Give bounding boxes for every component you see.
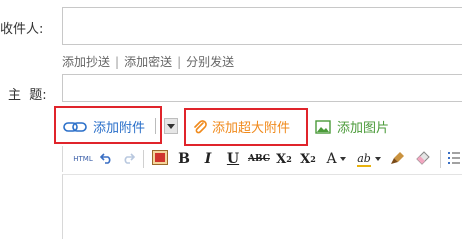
subscript-button[interactable]: X2 — [299, 150, 317, 168]
separator: | — [177, 54, 182, 69]
add-attachment-label: 添加附件 — [93, 121, 146, 136]
undo-icon — [99, 152, 113, 167]
superscript-base: X — [276, 151, 287, 167]
caret-down-icon — [374, 157, 381, 161]
subject-input[interactable] — [62, 74, 462, 102]
list-icon — [448, 151, 460, 168]
to-label: 收件人: — [0, 22, 44, 37]
background-color-label: ab — [357, 151, 371, 167]
ordered-list-button[interactable] — [447, 150, 461, 168]
background-color-button[interactable]: ab — [355, 150, 383, 168]
eraser-icon — [415, 150, 431, 169]
editor-body[interactable] — [62, 174, 462, 239]
paperclip-icon — [192, 119, 208, 135]
italic-button[interactable]: I — [200, 150, 216, 168]
brush-icon — [390, 150, 406, 169]
add-image-label: 添加图片 — [337, 121, 390, 136]
attachment-dropdown-button[interactable] — [164, 118, 178, 134]
font-color-label: A — [326, 151, 337, 167]
bold-label: B — [178, 151, 190, 167]
insert-image-button[interactable] — [150, 150, 170, 168]
redo-icon — [122, 152, 135, 167]
to-input[interactable] — [62, 7, 462, 45]
strikethrough-label: ABC — [248, 154, 270, 164]
undo-button[interactable] — [98, 150, 114, 168]
add-cc-link[interactable]: 添加抄送 — [62, 53, 110, 70]
subscript-mark: 2 — [310, 154, 316, 164]
bold-button[interactable]: B — [176, 150, 192, 168]
divider — [155, 118, 156, 134]
link-icon — [63, 120, 89, 134]
recipient-options: 添加抄送 | 添加密送 | 分别发送 — [62, 53, 234, 70]
format-painter-button[interactable] — [389, 150, 407, 168]
font-color-button[interactable]: A — [324, 150, 348, 168]
html-mode-button[interactable]: HTML — [72, 150, 94, 168]
add-large-attachment-button[interactable]: 添加超大附件 — [192, 117, 290, 136]
image-icon — [315, 119, 331, 134]
triangle-down-icon — [167, 123, 175, 129]
add-bcc-link[interactable]: 添加密送 — [124, 53, 172, 70]
add-image-button[interactable]: 添加图片 — [315, 117, 389, 136]
separate-send-link[interactable]: 分别发送 — [186, 53, 234, 70]
add-large-attachment-label: 添加超大附件 — [212, 121, 291, 136]
toolbar-divider — [440, 150, 441, 168]
subject-label: 主 题: — [8, 88, 47, 103]
strikethrough-button[interactable]: ABC — [247, 150, 271, 168]
eraser-button[interactable] — [414, 150, 432, 168]
add-attachment-button[interactable]: 添加附件 — [63, 117, 145, 136]
picture-icon — [152, 150, 168, 168]
underline-label: U — [226, 151, 240, 167]
superscript-button[interactable]: X2 — [275, 150, 293, 168]
html-label: HTML — [73, 155, 93, 163]
italic-label: I — [204, 151, 212, 167]
caret-down-icon — [339, 157, 346, 161]
redo-button[interactable] — [120, 150, 136, 168]
separator: | — [115, 54, 120, 69]
subscript-base: X — [300, 151, 311, 167]
toolbar-divider — [143, 150, 144, 168]
superscript-mark: 2 — [286, 154, 292, 164]
underline-button[interactable]: U — [225, 150, 241, 168]
